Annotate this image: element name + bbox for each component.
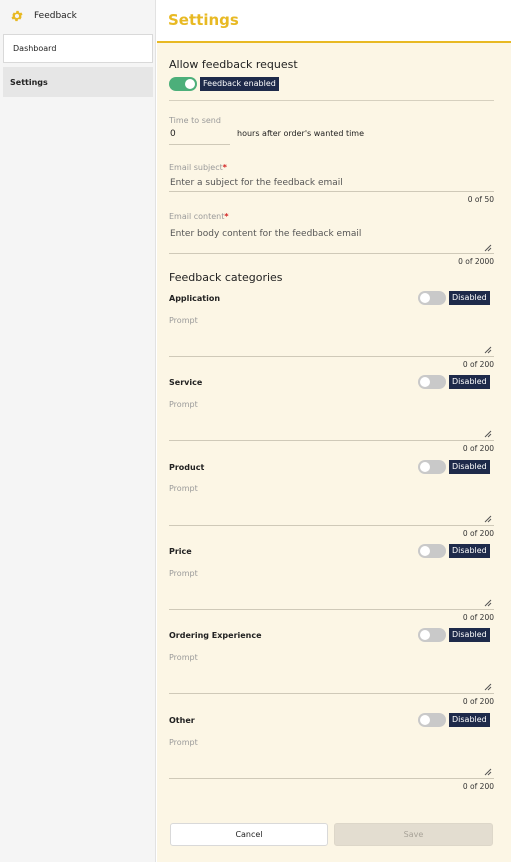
category-name: Service bbox=[169, 378, 203, 387]
required-mark: * bbox=[222, 163, 227, 172]
prompt-field[interactable]: Prompt bbox=[169, 653, 198, 662]
prompt-underline bbox=[169, 693, 494, 694]
categories-heading: Feedback categories bbox=[169, 271, 283, 284]
divider bbox=[169, 100, 494, 101]
time-input-underline bbox=[169, 144, 230, 145]
settings-panel: Allow feedback request Feedback enabled … bbox=[157, 43, 511, 862]
sidebar-item-settings[interactable]: Settings bbox=[3, 67, 153, 97]
resize-handle-icon[interactable] bbox=[484, 768, 492, 776]
category-name: Application bbox=[169, 294, 221, 303]
time-to-send-suffix: hours after order's wanted time bbox=[237, 129, 365, 138]
category-toggle[interactable] bbox=[418, 375, 446, 389]
prompt-underline bbox=[169, 609, 494, 610]
category-name: Price bbox=[169, 547, 192, 556]
resize-handle-icon[interactable] bbox=[484, 346, 492, 354]
allow-feedback-heading: Allow feedback request bbox=[169, 58, 298, 71]
required-mark: * bbox=[224, 212, 229, 221]
sidebar-item-dashboard[interactable]: Dashboard bbox=[3, 34, 153, 63]
prompt-underline bbox=[169, 440, 494, 441]
gear-icon bbox=[10, 9, 24, 23]
email-content-label-text: Email content bbox=[169, 212, 225, 221]
resize-handle-icon[interactable] bbox=[484, 244, 492, 252]
resize-handle-icon[interactable] bbox=[484, 683, 492, 691]
time-to-send-input[interactable]: 0 bbox=[170, 129, 176, 139]
email-subject-counter: 0 of 50 bbox=[467, 195, 494, 204]
category-name: Other bbox=[169, 716, 195, 725]
cancel-button[interactable]: Cancel bbox=[170, 823, 328, 846]
prompt-field[interactable]: Prompt bbox=[169, 569, 198, 578]
prompt-counter: 0 of 200 bbox=[462, 697, 494, 706]
save-button[interactable]: Save bbox=[334, 823, 493, 846]
email-subject-underline bbox=[169, 191, 494, 192]
prompt-underline bbox=[169, 778, 494, 779]
status-badge: Feedback enabled bbox=[200, 77, 279, 91]
category-toggle[interactable] bbox=[418, 460, 446, 474]
page-title: Settings bbox=[168, 11, 239, 29]
email-subject-label-text: Email subject bbox=[169, 163, 223, 172]
prompt-counter: 0 of 200 bbox=[462, 782, 494, 791]
time-to-send-label: Time to send bbox=[169, 116, 221, 125]
email-content-underline bbox=[169, 253, 494, 254]
prompt-field[interactable]: Prompt bbox=[169, 316, 198, 325]
email-content-field[interactable]: Enter body content for the feedback emai… bbox=[170, 229, 361, 239]
sidebar-header: Feedback bbox=[0, 0, 155, 31]
category-toggle[interactable] bbox=[418, 291, 446, 305]
prompt-field[interactable]: Prompt bbox=[169, 484, 198, 493]
page-header: Settings bbox=[157, 0, 511, 43]
email-subject-label: Email subject* bbox=[169, 163, 227, 172]
sidebar: Feedback Dashboard Settings bbox=[0, 0, 156, 862]
prompt-underline bbox=[169, 356, 494, 357]
category-name: Ordering Experience bbox=[169, 631, 262, 640]
category-name: Product bbox=[169, 463, 205, 472]
prompt-counter: 0 of 200 bbox=[462, 613, 494, 622]
prompt-counter: 0 of 200 bbox=[462, 360, 494, 369]
feedback-enabled-toggle[interactable] bbox=[169, 77, 197, 91]
resize-handle-icon[interactable] bbox=[484, 515, 492, 523]
prompt-counter: 0 of 200 bbox=[462, 444, 494, 453]
prompt-underline bbox=[169, 525, 494, 526]
status-badge: Disabled bbox=[449, 628, 490, 642]
resize-handle-icon[interactable] bbox=[484, 430, 492, 438]
email-content-label: Email content* bbox=[169, 212, 229, 221]
app-title: Feedback bbox=[34, 10, 77, 21]
status-badge: Disabled bbox=[449, 291, 490, 305]
status-badge: Disabled bbox=[449, 460, 490, 474]
status-badge: Disabled bbox=[449, 375, 490, 389]
resize-handle-icon[interactable] bbox=[484, 599, 492, 607]
category-toggle[interactable] bbox=[418, 713, 446, 727]
sidebar-item-label: Dashboard bbox=[13, 44, 57, 53]
prompt-counter: 0 of 200 bbox=[462, 529, 494, 538]
category-toggle[interactable] bbox=[418, 544, 446, 558]
sidebar-item-label: Settings bbox=[10, 77, 48, 87]
status-badge: Disabled bbox=[449, 713, 490, 727]
email-content-counter: 0 of 2000 bbox=[458, 257, 494, 266]
prompt-field[interactable]: Prompt bbox=[169, 738, 198, 747]
status-badge: Disabled bbox=[449, 544, 490, 558]
category-toggle[interactable] bbox=[418, 628, 446, 642]
prompt-field[interactable]: Prompt bbox=[169, 400, 198, 409]
email-subject-field[interactable]: Enter a subject for the feedback email bbox=[170, 178, 343, 188]
